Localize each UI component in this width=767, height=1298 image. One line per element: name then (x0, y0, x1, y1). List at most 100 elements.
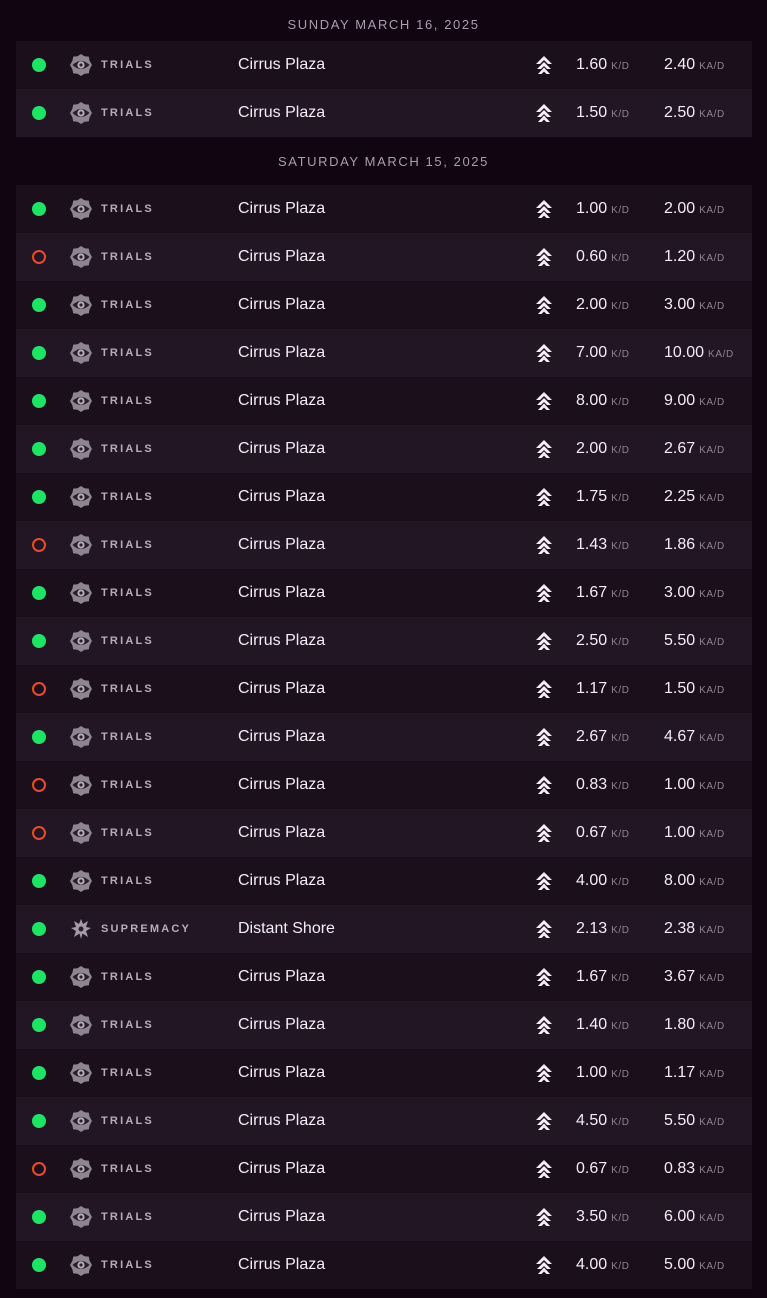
kad-stat: 3.00 KA/D (664, 569, 725, 619)
match-row[interactable]: TRIALS Cirrus Plaza 1.00 K/D 1.17 KA/D (16, 1049, 752, 1097)
loss-indicator (32, 682, 46, 696)
kd-stat: 0.83 K/D (576, 761, 630, 811)
kd-value: 3.50 (576, 1208, 608, 1225)
kd-value: 1.00 (576, 1064, 608, 1081)
trials-eye-icon (69, 629, 93, 653)
kd-unit: K/D (611, 109, 630, 120)
match-row[interactable]: TRIALS Cirrus Plaza 1.00 K/D 2.00 KA/D (16, 185, 752, 233)
kad-value: 2.38 (664, 920, 696, 937)
match-row[interactable]: TRIALS Cirrus Plaza 1.50 K/D 2.50 KA/D (16, 89, 752, 137)
mode-label: TRIALS (101, 539, 154, 551)
kd-value: 1.43 (576, 536, 608, 553)
kd-value: 1.60 (576, 56, 608, 73)
hunter-class-icon (534, 295, 554, 315)
match-row[interactable]: TRIALS Cirrus Plaza 1.75 K/D 2.25 KA/D (16, 473, 752, 521)
kd-unit: K/D (611, 829, 630, 840)
kad-value: 5.50 (664, 632, 696, 649)
kad-value: 1.17 (664, 1064, 696, 1081)
match-row[interactable]: SUPREMACY Distant Shore 2.13 K/D 2.38 KA/D (16, 905, 752, 953)
trials-eye-icon (69, 437, 93, 461)
hunter-class-icon (534, 247, 554, 267)
kd-value: 4.00 (576, 872, 608, 889)
kd-stat: 1.75 K/D (576, 473, 630, 523)
match-row[interactable]: TRIALS Cirrus Plaza 0.67 K/D 0.83 KA/D (16, 1145, 752, 1193)
kd-stat: 4.00 K/D (576, 857, 630, 907)
match-row[interactable]: TRIALS Cirrus Plaza 4.00 K/D 8.00 KA/D (16, 857, 752, 905)
kad-stat: 3.00 KA/D (664, 281, 725, 331)
kd-stat: 4.50 K/D (576, 1097, 630, 1147)
map-name: Cirrus Plaza (238, 1064, 326, 1081)
kd-value: 1.50 (576, 104, 608, 121)
mode-label: TRIALS (101, 827, 154, 839)
match-row[interactable]: TRIALS Cirrus Plaza 1.40 K/D 1.80 KA/D (16, 1001, 752, 1049)
trials-eye-icon (69, 725, 93, 749)
match-row[interactable]: TRIALS Cirrus Plaza 8.00 K/D 9.00 KA/D (16, 377, 752, 425)
kd-unit: K/D (611, 589, 630, 600)
kad-unit: KA/D (699, 493, 725, 504)
win-indicator (32, 490, 46, 504)
kad-unit: KA/D (699, 205, 725, 216)
mode-label: TRIALS (101, 347, 154, 359)
kd-stat: 2.00 K/D (576, 281, 630, 331)
supremacy-crest-icon (69, 917, 93, 941)
match-row[interactable]: TRIALS Cirrus Plaza 7.00 K/D 10.00 KA/D (16, 329, 752, 377)
match-row[interactable]: TRIALS Cirrus Plaza 3.50 K/D 6.00 KA/D (16, 1193, 752, 1241)
match-row[interactable]: TRIALS Cirrus Plaza 2.00 K/D 3.00 KA/D (16, 281, 752, 329)
match-row[interactable]: TRIALS Cirrus Plaza 1.67 K/D 3.00 KA/D (16, 569, 752, 617)
map-name: Cirrus Plaza (238, 1112, 326, 1129)
match-row[interactable]: TRIALS Cirrus Plaza 4.50 K/D 5.50 KA/D (16, 1097, 752, 1145)
map-name: Cirrus Plaza (238, 824, 326, 841)
map-name: Cirrus Plaza (238, 56, 326, 73)
kd-stat: 1.67 K/D (576, 953, 630, 1003)
kd-value: 1.67 (576, 968, 608, 985)
kad-stat: 2.25 KA/D (664, 473, 725, 523)
kd-unit: K/D (611, 397, 630, 408)
trials-eye-icon (69, 821, 93, 845)
mode-label: TRIALS (101, 587, 154, 599)
kad-stat: 5.00 KA/D (664, 1241, 725, 1291)
kad-stat: 1.80 KA/D (664, 1001, 725, 1051)
kd-stat: 7.00 K/D (576, 329, 630, 379)
map-name: Cirrus Plaza (238, 728, 326, 745)
day-header: SUNDAY MARCH 16, 2025 (287, 17, 480, 32)
kad-unit: KA/D (699, 733, 725, 744)
match-row[interactable]: TRIALS Cirrus Plaza 1.43 K/D 1.86 KA/D (16, 521, 752, 569)
map-name: Cirrus Plaza (238, 488, 326, 505)
match-row[interactable]: TRIALS Cirrus Plaza 1.60 K/D 2.40 KA/D (16, 41, 752, 89)
match-row[interactable]: TRIALS Cirrus Plaza 0.83 K/D 1.00 KA/D (16, 761, 752, 809)
match-row[interactable]: TRIALS Cirrus Plaza 2.67 K/D 4.67 KA/D (16, 713, 752, 761)
kad-value: 1.00 (664, 776, 696, 793)
match-row[interactable]: TRIALS Cirrus Plaza 0.60 K/D 1.20 KA/D (16, 233, 752, 281)
kad-value: 2.25 (664, 488, 696, 505)
match-row[interactable]: TRIALS Cirrus Plaza 0.67 K/D 1.00 KA/D (16, 809, 752, 857)
match-row[interactable]: TRIALS Cirrus Plaza 4.00 K/D 5.00 KA/D (16, 1241, 752, 1289)
kd-unit: K/D (611, 1213, 630, 1224)
mode-label: TRIALS (101, 1067, 154, 1079)
match-history: SUNDAY MARCH 16, 2025 TRIALS Cirrus Plaza 1… (0, 0, 767, 1289)
match-row[interactable]: TRIALS Cirrus Plaza 2.00 K/D 2.67 KA/D (16, 425, 752, 473)
hunter-class-icon (534, 487, 554, 507)
kd-stat: 2.67 K/D (576, 713, 630, 763)
map-name: Cirrus Plaza (238, 1016, 326, 1033)
kd-unit: K/D (611, 445, 630, 456)
kad-stat: 2.40 KA/D (664, 41, 725, 91)
win-indicator (32, 730, 46, 744)
kad-value: 2.67 (664, 440, 696, 457)
kad-stat: 1.00 KA/D (664, 809, 725, 859)
match-row[interactable]: TRIALS Cirrus Plaza 2.50 K/D 5.50 KA/D (16, 617, 752, 665)
kad-value: 6.00 (664, 1208, 696, 1225)
hunter-class-icon (534, 391, 554, 411)
trials-eye-icon (69, 533, 93, 557)
kd-unit: K/D (611, 1117, 630, 1128)
match-row[interactable]: TRIALS Cirrus Plaza 1.17 K/D 1.50 KA/D (16, 665, 752, 713)
kad-unit: KA/D (699, 1069, 725, 1080)
kad-unit: KA/D (699, 637, 725, 648)
hunter-class-icon (534, 775, 554, 795)
hunter-class-icon (534, 343, 554, 363)
kad-unit: KA/D (699, 685, 725, 696)
match-row[interactable]: TRIALS Cirrus Plaza 1.67 K/D 3.67 KA/D (16, 953, 752, 1001)
day-header: SATURDAY MARCH 15, 2025 (278, 154, 489, 169)
map-name: Cirrus Plaza (238, 1160, 326, 1177)
mode-label: TRIALS (101, 635, 154, 647)
kd-unit: K/D (611, 685, 630, 696)
